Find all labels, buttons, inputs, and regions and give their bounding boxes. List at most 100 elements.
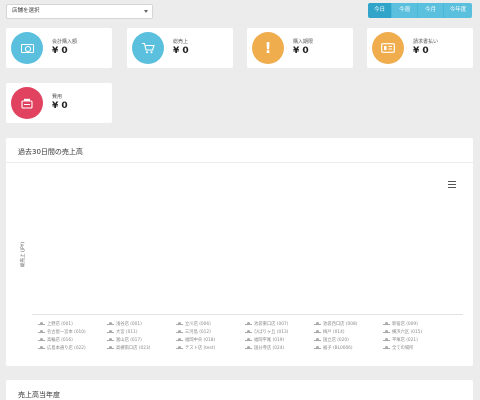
period-year-button[interactable]: 今年度 <box>443 3 472 18</box>
legend-marker-icon <box>383 322 390 325</box>
legend-label: 高槻南口店 (023) <box>116 346 151 351</box>
legend-item[interactable]: テスト店 (test) <box>176 345 245 351</box>
legend-marker-icon <box>176 338 183 341</box>
legend-label: 新宿店 (009) <box>392 322 418 327</box>
legend-label: 名古屋一宮本 (010) <box>47 330 86 335</box>
legend-label: 横浜六区 (015) <box>392 330 423 335</box>
legend-item[interactable]: 平塚店 (021) <box>383 337 452 343</box>
legend-label: 国立店 (020) <box>323 338 349 343</box>
legend-item[interactable]: 上野店 (001) <box>38 321 107 327</box>
legend-label: 平塚店 (021) <box>392 338 418 343</box>
legend-label: 全ての場所 <box>392 346 414 351</box>
legend-marker-icon <box>383 346 390 349</box>
legend-label: テスト店 (test) <box>185 346 216 351</box>
period-today-button[interactable]: 今日 <box>368 3 391 18</box>
legend-item[interactable]: 高輪店 (016) <box>38 337 107 343</box>
legend-label: 浅谷店 (001) <box>116 322 142 327</box>
period-month-button[interactable]: 今月 <box>417 3 443 18</box>
legend-label: 大宮 (011) <box>116 330 138 335</box>
legend-marker-icon <box>245 338 252 341</box>
legend-item[interactable]: 立川店 (006) <box>176 321 245 327</box>
legend-label: 池袋東口店 (007) <box>254 322 289 327</box>
chart-legend: 上野店 (001) 浅谷店 (001) 立川店 (006) 池袋東口店 (007) 池袋… <box>38 321 452 351</box>
invoice-icon <box>372 32 404 64</box>
legend-label: 裾子 (BL0006) <box>323 346 353 351</box>
exclamation-icon: ! <box>252 32 284 64</box>
legend-item[interactable]: 国立店 (020) <box>314 337 383 343</box>
legend-item[interactable]: 裾子 (BL0006) <box>314 345 383 351</box>
card-value: ¥ 0 <box>52 46 68 56</box>
divider <box>6 162 473 163</box>
money-bill-icon <box>11 32 43 64</box>
legend-marker-icon <box>38 330 45 333</box>
card-account-purchases: 会計購入額 ¥ 0 <box>6 28 112 68</box>
legend-item[interactable]: 福岡中央 (018) <box>176 337 245 343</box>
card-total-sales: 総売上 ¥ 0 <box>127 28 233 68</box>
legend-marker-icon <box>245 330 252 333</box>
legend-item[interactable]: 名古屋一宮本 (010) <box>38 329 107 335</box>
legend-marker-icon <box>245 346 252 349</box>
legend-marker-icon <box>176 322 183 325</box>
legend-label: 立川店 (006) <box>185 322 211 327</box>
legend-item[interactable]: 国分寺店 (024) <box>245 345 314 351</box>
legend-label: 高輪店 (016) <box>47 338 73 343</box>
legend-item[interactable]: 広島本通り店 (022) <box>38 345 107 351</box>
legend-marker-icon <box>107 322 114 325</box>
legend-item[interactable]: 福岡平尾 (019) <box>245 337 314 343</box>
legend-item[interactable]: 三河島 (012) <box>176 329 245 335</box>
legend-marker-icon <box>38 322 45 325</box>
panel-title: 過去30日間の売上高 <box>18 148 83 156</box>
card-label: 費用 <box>52 94 63 100</box>
card-value: ¥ 0 <box>293 46 309 56</box>
legend-item[interactable]: 大宮 (011) <box>107 329 176 335</box>
legend-item[interactable]: 梅戸 (014) <box>314 329 383 335</box>
legend-marker-icon <box>314 322 321 325</box>
card-expenses: 費用 ¥ 0 <box>6 83 112 123</box>
card-value: ¥ 0 <box>173 46 189 56</box>
legend-marker-icon <box>383 338 390 341</box>
legend-marker-icon <box>314 346 321 349</box>
legend-marker-icon <box>314 330 321 333</box>
legend-item[interactable]: 横浜六区 (015) <box>383 329 452 335</box>
shopping-cart-icon <box>132 32 164 64</box>
legend-item[interactable]: 池袋西口店 (008) <box>314 321 383 327</box>
card-value: ¥ 0 <box>52 101 68 111</box>
panel-title: 売上高当年度 <box>18 391 60 399</box>
legend-label: 梅戸 (014) <box>323 330 345 335</box>
legend-item[interactable]: 池袋東口店 (007) <box>245 321 314 327</box>
card-value: ¥ 0 <box>413 46 429 56</box>
period-button-group: 今日 今週 今月 今年度 <box>368 3 472 18</box>
card-label: 請求書払い <box>413 39 439 45</box>
legend-marker-icon <box>107 346 114 349</box>
store-select[interactable]: 店舗を選択 <box>6 4 153 19</box>
store-select-value: 店舗を選択 <box>12 8 40 14</box>
legend-item[interactable]: ひばりヶ丘 (013) <box>245 329 314 335</box>
legend-label: 広島本通り店 (022) <box>47 346 86 351</box>
legend-item[interactable]: 高槻南口店 (023) <box>107 345 176 351</box>
cash-register-icon <box>11 87 43 119</box>
legend-label: 福岡中央 (018) <box>185 338 216 343</box>
card-label: 会計購入額 <box>52 39 78 45</box>
legend-item[interactable]: 全ての場所 <box>383 345 452 351</box>
card-purchase-due: ! 購入期限 ¥ 0 <box>247 28 353 68</box>
legend-label: 三河島 (012) <box>185 330 211 335</box>
card-label: 総売上 <box>173 39 189 45</box>
chart-baseline <box>32 314 463 315</box>
legend-label: 富山店 (017) <box>116 338 142 343</box>
card-invoice-payments: 請求書払い ¥ 0 <box>367 28 473 68</box>
legend-marker-icon <box>176 346 183 349</box>
legend-item[interactable]: 富山店 (017) <box>107 337 176 343</box>
legend-item[interactable]: 新宿店 (009) <box>383 321 452 327</box>
legend-label: ひばりヶ丘 (013) <box>254 330 289 335</box>
legend-marker-icon <box>107 338 114 341</box>
legend-marker-icon <box>245 322 252 325</box>
hamburger-menu-icon[interactable] <box>448 181 456 189</box>
sales-30-days-panel: 過去30日間の売上高 総売上 (JPY) 上野店 (001) 浅谷店 (001) 立… <box>6 138 473 366</box>
legend-label: 上野店 (001) <box>47 322 73 327</box>
legend-marker-icon <box>107 330 114 333</box>
legend-item[interactable]: 浅谷店 (001) <box>107 321 176 327</box>
period-week-button[interactable]: 今週 <box>391 3 417 18</box>
legend-marker-icon <box>38 338 45 341</box>
legend-label: 池袋西口店 (008) <box>323 322 358 327</box>
card-label: 購入期限 <box>293 39 314 45</box>
